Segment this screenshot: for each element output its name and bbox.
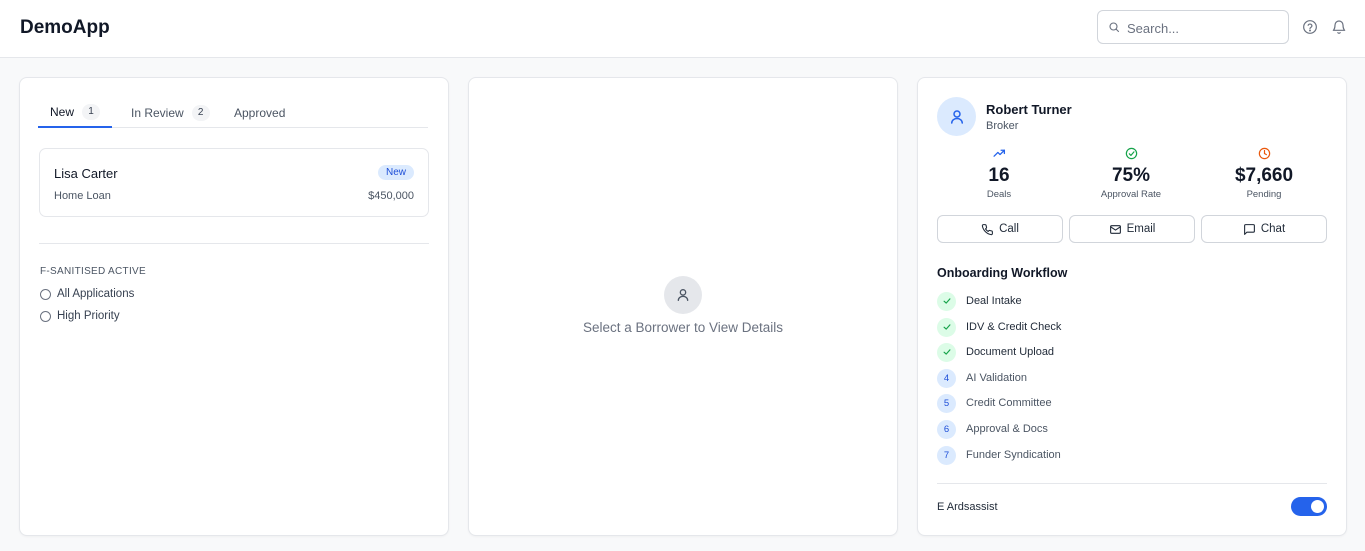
workflow-step: 5 Credit Committee	[937, 393, 1052, 413]
mail-icon	[1109, 224, 1121, 234]
stat-value: 75%	[1111, 165, 1151, 186]
tab-count: 2	[191, 105, 210, 121]
step-label: Funder Syndication	[966, 449, 1061, 461]
app-title: DemoApp	[20, 17, 110, 38]
stat-value: 16	[988, 165, 1010, 186]
stat-label: Approval Rate	[1100, 189, 1162, 200]
workflow-step: 6 Approval & Docs	[937, 419, 1048, 439]
top-bar: DemoApp	[0, 0, 1365, 58]
status-tabs: New 1 In Review 2 Approved	[38, 98, 428, 128]
message-square-icon	[1243, 223, 1255, 235]
search-box[interactable]	[1097, 10, 1289, 44]
tab-approved[interactable]: Approved	[234, 98, 285, 128]
stat-pending: $7,660 Pending	[1199, 147, 1329, 200]
assist-label: E Ardsassist	[937, 501, 998, 513]
toggle-knob	[1311, 500, 1324, 513]
tab-label: New	[49, 105, 74, 119]
borrower-name: Lisa Carter	[54, 166, 118, 181]
step-label: Deal Intake	[966, 295, 1022, 307]
stat-label: Pending	[1246, 189, 1282, 200]
workflow-title: Onboarding Workflow	[937, 266, 1068, 280]
filter-title: F-SANITISED ACTIVE	[40, 266, 146, 277]
step-number: 6	[937, 419, 956, 439]
loan-type: Home Loan	[54, 190, 111, 202]
check-icon	[937, 317, 956, 337]
call-button-label: Call	[999, 223, 1019, 235]
trending-up-icon	[992, 149, 1005, 157]
step-label: Document Upload	[966, 346, 1055, 358]
bell-icon[interactable]	[1331, 19, 1347, 35]
step-label: Credit Committee	[966, 397, 1052, 409]
email-button-label: Email	[1126, 223, 1156, 235]
broker-role: Broker	[986, 120, 1019, 132]
check-icon	[937, 291, 956, 311]
workflow-step: IDV & Credit Check	[937, 317, 1061, 337]
stat-deals: 16 Deals	[934, 147, 1064, 200]
check-circle-icon	[1125, 147, 1137, 160]
divider	[39, 243, 429, 244]
tab-label: In Review	[131, 106, 184, 120]
tab-new[interactable]: New 1	[38, 98, 112, 128]
filter-all-applications[interactable]: All Applications	[40, 288, 134, 300]
chat-button-label: Chat	[1260, 223, 1286, 235]
divider	[937, 483, 1327, 484]
step-label: Approval & Docs	[966, 423, 1048, 435]
tab-count: 1	[82, 104, 100, 120]
status-badge: New	[377, 165, 414, 180]
search-icon	[1109, 22, 1120, 33]
check-icon	[937, 342, 956, 362]
borrower-detail-panel: Select a Borrower to View Details	[468, 77, 898, 536]
step-number: 7	[937, 445, 956, 465]
workflow-step: Deal Intake	[937, 291, 1022, 311]
filter-high-priority[interactable]: High Priority	[40, 310, 120, 322]
borrower-card[interactable]: Lisa Carter New Home Loan $450,000	[39, 148, 429, 217]
help-circle-icon[interactable]	[1302, 19, 1318, 35]
step-number: 5	[937, 393, 956, 413]
filter-option-label: High Priority	[57, 310, 120, 322]
stat-value: $7,660	[1234, 165, 1294, 186]
loan-amount: $450,000	[368, 190, 414, 202]
tab-in-review[interactable]: In Review 2	[131, 98, 210, 128]
radio-button[interactable]	[40, 288, 51, 300]
broker-name: Robert Turner	[986, 102, 1072, 117]
workflow-step: 7 Funder Syndication	[937, 445, 1061, 465]
search-input[interactable]	[1127, 18, 1277, 38]
clock-icon	[1258, 147, 1270, 160]
workflow-step: Document Upload	[937, 342, 1054, 362]
user-placeholder-icon	[664, 276, 702, 314]
avatar	[937, 97, 976, 136]
stat-label: Deals	[986, 189, 1012, 200]
step-label: IDV & Credit Check	[966, 321, 1062, 333]
step-label: AI Validation	[966, 372, 1027, 384]
filter-option-label: All Applications	[57, 288, 135, 300]
workflow-step: 4 AI Validation	[937, 368, 1027, 388]
phone-icon	[981, 223, 994, 235]
assist-toggle[interactable]	[1291, 497, 1327, 516]
step-number: 4	[937, 368, 956, 388]
empty-state-text: Select a Borrower to View Details	[582, 320, 784, 335]
stat-approval-rate: 75% Approval Rate	[1066, 147, 1196, 200]
borrower-list-panel: New 1 In Review 2 Approved Lisa Carter N…	[19, 77, 449, 536]
radio-button[interactable]	[40, 310, 51, 322]
chat-button[interactable]: Chat	[1201, 215, 1327, 243]
tab-label: Approved	[234, 106, 286, 120]
user-icon	[950, 109, 963, 124]
call-button[interactable]: Call	[937, 215, 1063, 243]
broker-panel: Robert Turner Broker 16 Deals 75% Approv…	[917, 77, 1347, 536]
email-button[interactable]: Email	[1069, 215, 1195, 243]
